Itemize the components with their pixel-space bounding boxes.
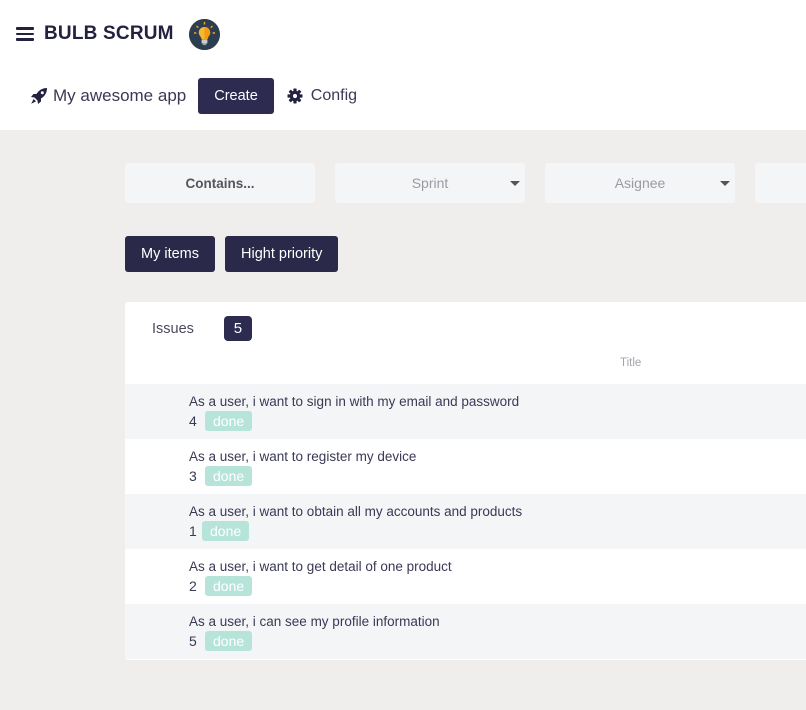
project-link[interactable]: My awesome app [30,86,186,106]
issue-row[interactable]: As a user, i want to get detail of one p… [125,549,806,604]
nav-row: My awesome app Create Config [30,78,357,114]
issue-title: As a user, i want to register my device [189,449,417,464]
project-name: My awesome app [53,86,187,105]
create-button[interactable]: Create [198,78,274,114]
assignee-filter-placeholder: Asignee [614,175,666,191]
filter-bar: Contains... Sprint Asignee [125,163,806,203]
assignee-filter-select[interactable]: Asignee [545,163,735,203]
high-priority-button[interactable]: Hight priority [225,236,339,272]
issue-id: 1 [189,523,197,539]
status-badge: done [205,411,253,431]
issue-row[interactable]: As a user, i want to obtain all my accou… [125,494,806,549]
sprint-filter-placeholder: Sprint [411,175,449,191]
brand-row: BULB SCRUM [16,18,220,50]
status-badge: done [205,631,253,651]
issue-id: 4 [189,413,197,429]
config-link[interactable]: Config [287,87,357,105]
issues-label: Issues [152,320,194,337]
issue-row[interactable]: As a user, i can see my profile informat… [125,604,806,659]
issues-count-badge: 5 [223,316,252,341]
issues-header: Issues 5 [152,316,252,341]
issue-row[interactable]: As a user, i want to register my device … [125,439,806,494]
lightbulb-logo-icon [188,18,220,50]
config-label: Config [310,87,358,104]
issue-id: 5 [189,633,197,649]
issue-row[interactable]: As a user, i want to sign in with my ema… [125,384,806,439]
rocket-icon [31,88,47,104]
status-badge: done [205,576,253,596]
issues-list: As a user, i want to sign in with my ema… [125,384,806,659]
column-header-title[interactable]: Title [620,357,641,369]
hamburger-icon[interactable] [16,27,34,41]
chevron-down-icon [720,181,730,186]
sprint-filter-select[interactable]: Sprint [335,163,525,203]
status-badge: done [202,521,250,541]
chevron-down-icon [510,181,520,186]
issue-id: 3 [189,468,197,484]
quick-filters: My items Hight priority [125,236,348,272]
issue-title: As a user, i want to sign in with my ema… [189,394,520,409]
gear-icon [287,88,303,104]
issue-title: As a user, i want to get detail of one p… [189,559,452,574]
contains-filter-input[interactable]: Contains... [125,163,315,203]
extra-filter-select[interactable] [755,163,806,203]
issue-title: As a user, i want to obtain all my accou… [189,504,523,519]
brand-title: BULB SCRUM [44,23,174,44]
app-header: BULB SCRUM My awesome app Create Config [0,0,806,130]
issues-card: Issues 5 Title As a user, i want to sign… [125,302,806,660]
issue-title: As a user, i can see my profile informat… [189,614,440,629]
my-items-button[interactable]: My items [125,236,215,272]
status-badge: done [205,466,253,486]
issue-id: 2 [189,578,197,594]
